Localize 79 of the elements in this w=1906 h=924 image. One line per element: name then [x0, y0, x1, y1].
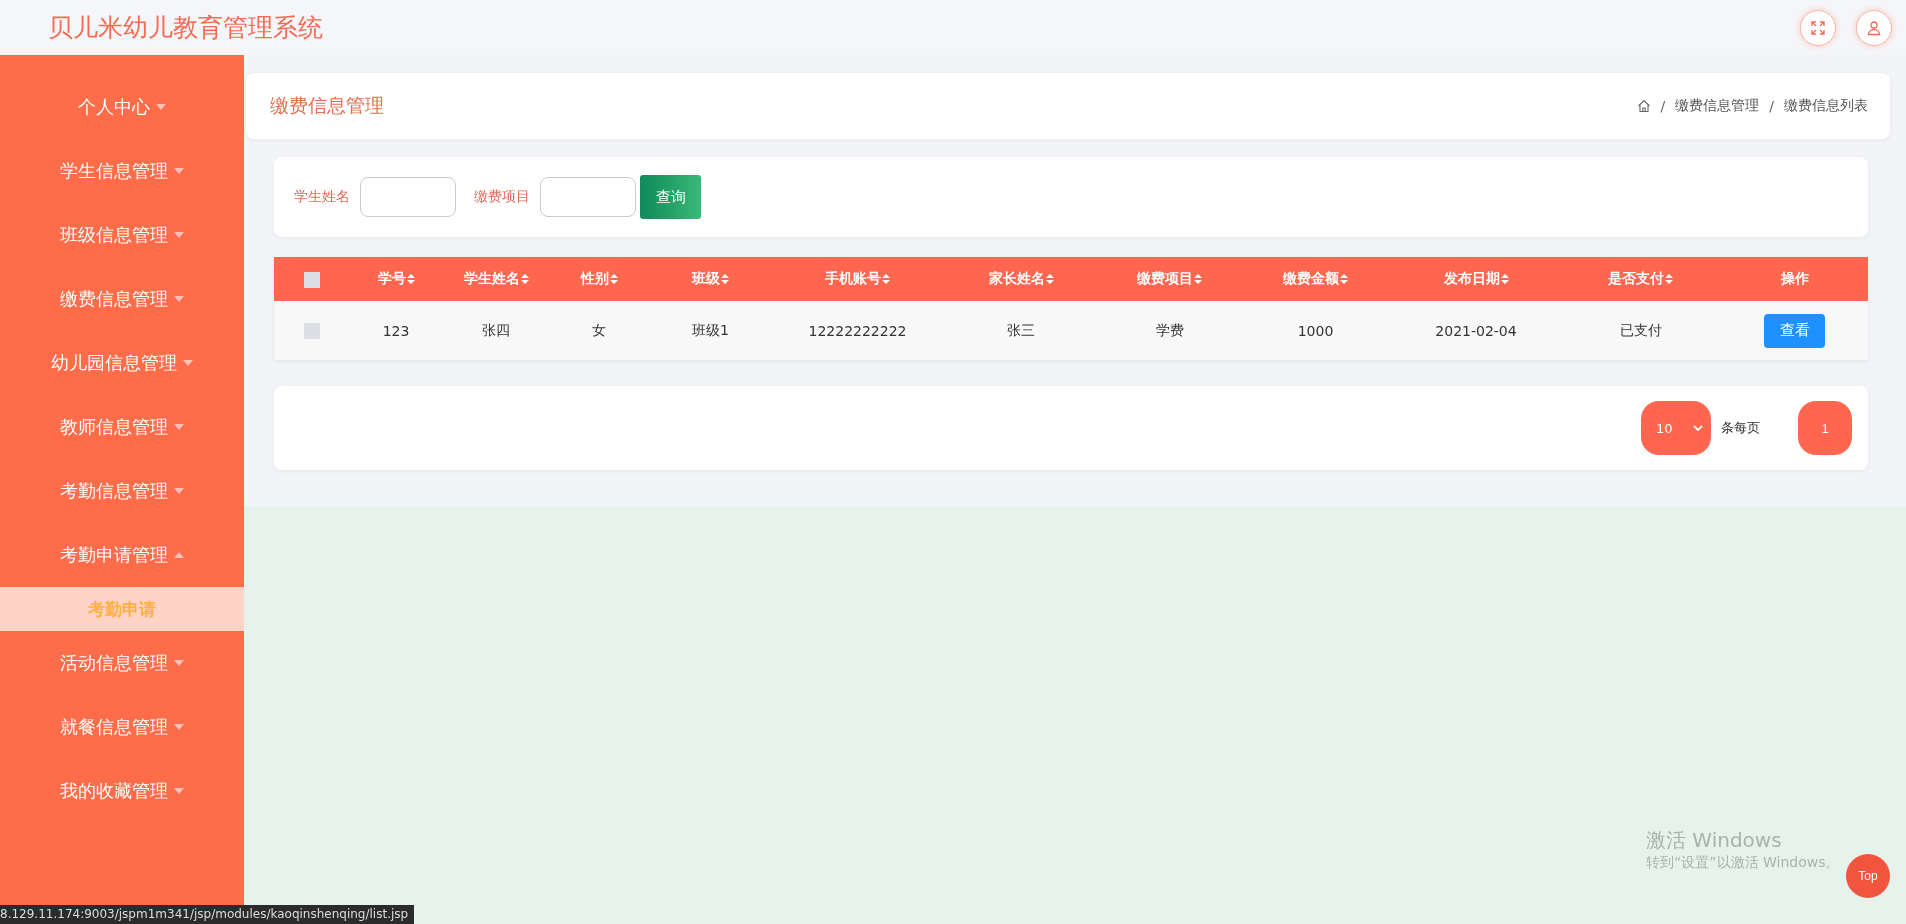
breadcrumb-item[interactable]: 缴费信息列表	[1784, 97, 1868, 115]
sort-icon[interactable]	[1340, 274, 1348, 284]
table-cell: 张三	[1007, 321, 1035, 338]
sort-icon[interactable]	[882, 274, 890, 284]
user-button[interactable]	[1856, 9, 1892, 46]
sort-icon[interactable]	[721, 274, 729, 284]
sidebar-item[interactable]: 活动信息管理	[0, 631, 244, 695]
search-button[interactable]: 查询	[640, 175, 701, 219]
status-url: 8.129.11.174:9003/jspm1m341/jsp/modules/kaoqinshenqing/list.jsp	[0, 905, 415, 924]
caret-icon	[174, 788, 184, 794]
home-icon[interactable]	[1636, 99, 1651, 113]
table-cell: 12222222222	[808, 322, 907, 339]
caret-icon	[174, 552, 184, 558]
activation-message: 转到“设置”以激活 Windows。	[1646, 854, 1841, 872]
sidebar-item[interactable]: 学生信息管理	[0, 139, 244, 203]
sort-icon[interactable]	[1045, 274, 1054, 284]
column-header[interactable]: 班级	[692, 270, 720, 288]
sort-icon[interactable]	[1194, 274, 1202, 284]
sidebar-item[interactable]: 考勤信息管理	[0, 459, 244, 523]
table-cell: 张四	[482, 321, 510, 338]
sidebar-item[interactable]: 幼儿园信息管理	[0, 331, 244, 395]
table-cell: 已支付	[1619, 321, 1662, 338]
caret-icon	[174, 724, 184, 730]
page-button[interactable]: 1	[1798, 401, 1852, 455]
user-icon	[1866, 19, 1882, 36]
sidebar-item[interactable]: 就餐信息管理	[0, 695, 244, 759]
input-field[interactable]	[360, 177, 456, 217]
caret-icon	[183, 360, 193, 366]
column-header[interactable]: 学号	[377, 270, 406, 288]
breadcrumb-item[interactable]: 缴费信息管理	[1675, 97, 1760, 115]
caret-icon	[174, 660, 184, 666]
column-header[interactable]: 手机账号	[825, 270, 881, 288]
sort-icon[interactable]	[609, 274, 618, 284]
checkbox[interactable]	[304, 271, 320, 288]
column-header[interactable]: 发布日期	[1443, 270, 1500, 288]
caret-icon	[174, 232, 184, 238]
caret-icon	[174, 168, 184, 174]
column-header[interactable]: 性别	[580, 270, 609, 288]
sidebar-item[interactable]: 班级信息管理	[0, 203, 244, 267]
caret-icon	[174, 424, 184, 430]
fullscreen-icon	[1810, 19, 1826, 36]
field-label: 缴费项目	[474, 188, 530, 206]
sidebar-item[interactable]: 个人中心	[0, 75, 244, 139]
chevron-down-icon	[1693, 424, 1703, 432]
sidebar-item[interactable]: 教师信息管理	[0, 395, 244, 459]
caret-icon	[174, 296, 184, 302]
column-header[interactable]: 家长姓名	[988, 270, 1045, 288]
input-field[interactable]	[540, 177, 636, 217]
column-header[interactable]: 是否支付	[1608, 270, 1664, 288]
sort-icon[interactable]	[406, 274, 415, 284]
sidebar-item[interactable]: 缴费信息管理	[0, 267, 244, 331]
page-title: 缴费信息管理	[270, 93, 384, 118]
fullscreen-button[interactable]	[1800, 9, 1836, 46]
breadcrumb-separator: /	[1660, 98, 1666, 114]
table-cell: 2021-02-04	[1435, 322, 1517, 339]
sort-icon[interactable]	[1500, 274, 1509, 284]
sidebar-item[interactable]: 考勤申请管理	[0, 523, 244, 587]
column-header[interactable]: 缴费项目	[1137, 270, 1193, 288]
sort-icon[interactable]	[1665, 274, 1673, 284]
view-button[interactable]: 查看	[1764, 313, 1825, 348]
sidebar-item[interactable]: 我的收藏管理	[0, 759, 244, 823]
table-cell: 1000	[1297, 322, 1334, 339]
caret-icon	[156, 104, 166, 110]
app-title: 贝儿米幼儿教育管理系统	[48, 12, 323, 44]
table-cell: 女	[592, 321, 606, 338]
activation-title: 激活 Windows	[1646, 827, 1783, 854]
table-cell: 学费	[1155, 321, 1184, 338]
page-size-dropdown[interactable]: 10	[1641, 401, 1711, 455]
column-header[interactable]: 学生姓名	[463, 270, 520, 288]
column-header[interactable]: 缴费金额	[1283, 270, 1339, 288]
field-label: 学生姓名	[294, 188, 350, 206]
column-header[interactable]: 操作	[1780, 270, 1809, 288]
caret-icon	[174, 488, 184, 494]
table-cell: 班级1	[692, 321, 729, 338]
page-size-label: 条每页	[1721, 419, 1760, 437]
checkbox[interactable]	[304, 323, 320, 339]
breadcrumb-separator: /	[1769, 98, 1774, 114]
table-cell: 123	[382, 322, 410, 339]
sort-icon[interactable]	[520, 274, 529, 284]
